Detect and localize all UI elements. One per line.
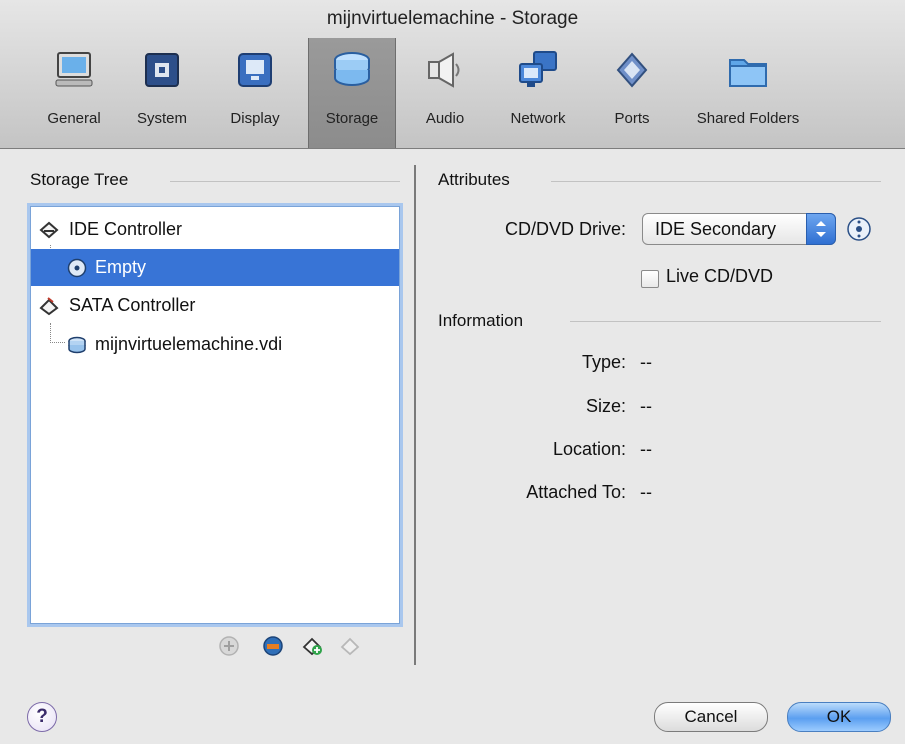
- settings-window: mijnvirtuelemachine - Storage General Sy…: [0, 0, 905, 744]
- size-label: Size:: [585, 396, 626, 416]
- toolbar-item-audio[interactable]: Audio: [405, 38, 485, 148]
- toolbar-label: Shared Folders: [696, 110, 800, 127]
- attributes-heading: Attributes: [438, 170, 510, 189]
- attached-to-label: Attached To:: [526, 482, 626, 502]
- tree-item-sata-controller[interactable]: SATA Controller: [31, 287, 399, 324]
- ok-button[interactable]: OK: [787, 702, 891, 732]
- toolbar-item-network[interactable]: Network: [492, 38, 584, 148]
- divider: [570, 321, 881, 322]
- chip-icon: [145, 53, 179, 87]
- hard-disk-icon: [68, 336, 86, 354]
- toolbar-label: General: [47, 110, 101, 127]
- toolbar-label: System: [136, 110, 187, 127]
- network-icon: [519, 51, 557, 87]
- window-title: mijnvirtuelemachine - Storage: [326, 8, 579, 29]
- cd-dvd-drive-value: IDE Secondary: [655, 219, 777, 239]
- cd-dvd-drive-select[interactable]: IDE Secondary: [642, 213, 836, 245]
- ide-controller-icon: [39, 221, 59, 239]
- speaker-icon: [428, 52, 460, 88]
- storage-tree[interactable]: IDE Controller Empty SATA Controller mij…: [30, 206, 400, 624]
- add-attachment-icon[interactable]: [218, 635, 240, 657]
- ports-icon: [616, 52, 648, 88]
- information-heading: Information: [438, 311, 524, 330]
- location-label: Location:: [552, 439, 626, 459]
- cd-icon: [67, 258, 87, 278]
- toolbar-item-shared-folders[interactable]: Shared Folders: [676, 38, 820, 148]
- toolbar-label: Audio: [425, 110, 465, 127]
- live-cd-dvd-label[interactable]: Live CD/DVD: [666, 266, 773, 287]
- select-arrows-icon: [806, 213, 836, 245]
- toolbar-item-general[interactable]: General: [32, 38, 116, 148]
- toolbar-item-storage[interactable]: Storage: [308, 38, 396, 148]
- toolbar-label: Display: [230, 110, 280, 127]
- help-button[interactable]: ?: [27, 702, 57, 732]
- cd-dvd-drive-label: CD/DVD Drive:: [504, 219, 626, 239]
- divider: [551, 181, 881, 182]
- toolbar: mijnvirtuelemachine - Storage General Sy…: [0, 0, 905, 149]
- toolbar-item-system[interactable]: System: [122, 38, 202, 148]
- tree-item-vdi-disk[interactable]: mijnvirtuelemachine.vdi: [31, 326, 399, 363]
- toolbar-item-display[interactable]: Display: [212, 38, 298, 148]
- type-label: Type:: [581, 352, 626, 372]
- toolbar-label: Storage: [325, 110, 379, 127]
- size-value: --: [640, 396, 652, 416]
- storage-tree-heading: Storage Tree: [30, 170, 129, 189]
- pane-separator[interactable]: [414, 165, 416, 665]
- choose-cd-image-icon[interactable]: [846, 216, 872, 242]
- tree-item-empty-cd[interactable]: Empty: [31, 249, 399, 286]
- tree-item-ide-controller[interactable]: IDE Controller: [31, 211, 399, 248]
- attached-to-value: --: [640, 482, 652, 502]
- remove-controller-icon[interactable]: [340, 635, 362, 657]
- display-icon: [238, 53, 272, 87]
- folder-icon: [729, 59, 767, 87]
- location-value: --: [640, 439, 652, 459]
- sata-controller-icon: [39, 297, 59, 316]
- type-value: --: [640, 352, 652, 372]
- monitor-icon: [55, 52, 93, 87]
- toolbar-label: Network: [510, 110, 566, 127]
- add-cd-icon[interactable]: [262, 635, 284, 657]
- toolbar-item-ports[interactable]: Ports: [594, 38, 670, 148]
- cancel-button[interactable]: Cancel: [654, 702, 768, 732]
- divider: [170, 181, 400, 182]
- storage-disks-icon: [334, 52, 370, 86]
- toolbar-label: Ports: [614, 110, 650, 127]
- add-controller-icon[interactable]: [302, 635, 324, 657]
- live-cd-dvd-checkbox[interactable]: [641, 270, 659, 288]
